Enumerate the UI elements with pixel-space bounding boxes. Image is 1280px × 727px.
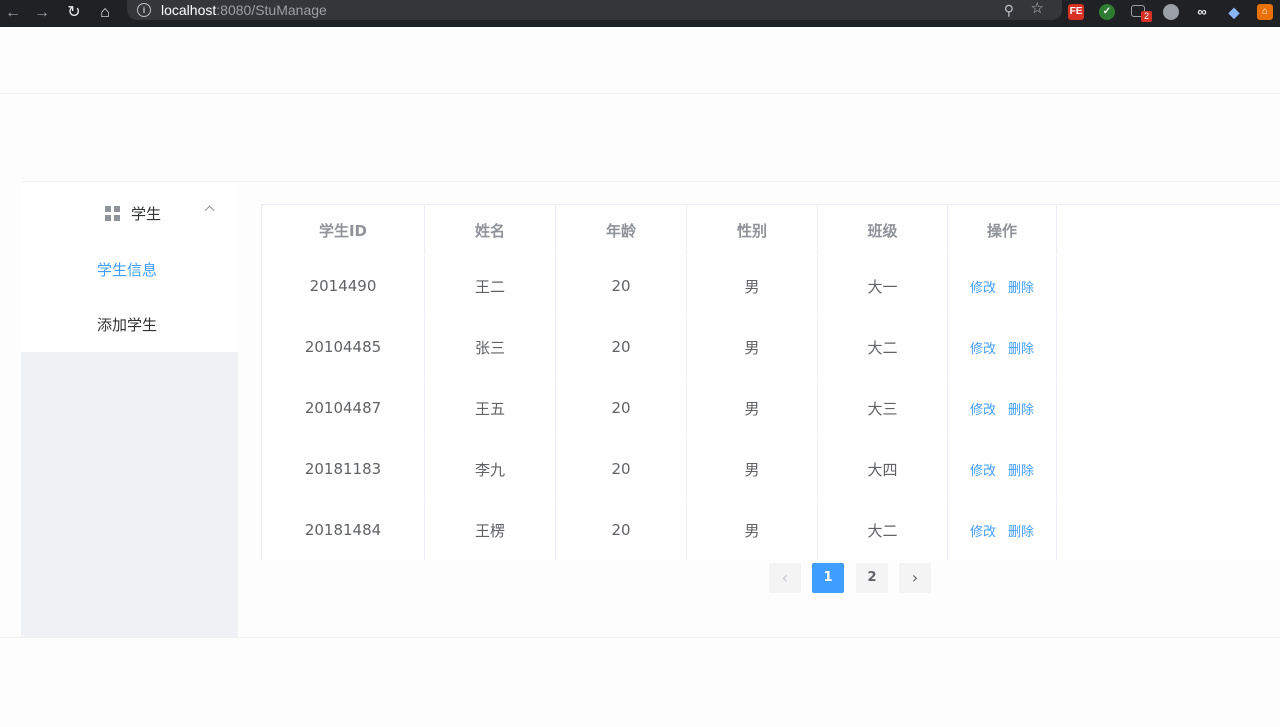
gender-cell: 男 bbox=[687, 378, 818, 438]
zoom-icon[interactable]: ⚲ bbox=[1004, 0, 1014, 20]
next-page-button[interactable]: › bbox=[899, 563, 931, 593]
extension-diamond-icon[interactable]: ◆ bbox=[1226, 4, 1242, 20]
student-id-cell: 20104485 bbox=[262, 317, 425, 377]
actions-cell: 修改 删除 bbox=[948, 317, 1057, 377]
name-cell: 李九 bbox=[425, 439, 556, 499]
extension-link-icon[interactable]: ∞ bbox=[1194, 4, 1210, 20]
edit-button[interactable]: 修改 bbox=[970, 399, 996, 418]
extension-shield-icon[interactable]: ✓ bbox=[1099, 4, 1115, 20]
chevron-up-icon[interactable] bbox=[204, 205, 215, 216]
edit-button[interactable]: 修改 bbox=[970, 338, 996, 357]
extension-badge: 2 bbox=[1141, 11, 1153, 22]
delete-button[interactable]: 删除 bbox=[1008, 338, 1034, 357]
column-header: 班级 bbox=[818, 205, 948, 255]
class-cell: 大一 bbox=[818, 256, 948, 316]
column-header: 学生ID bbox=[262, 205, 425, 255]
forward-icon[interactable]: → bbox=[31, 2, 53, 24]
prev-page-button[interactable]: ‹ bbox=[769, 563, 801, 593]
actions-cell: 修改 删除 bbox=[948, 500, 1057, 560]
info-icon[interactable]: i bbox=[137, 3, 151, 17]
column-header: 姓名 bbox=[425, 205, 556, 255]
sidebar: 学生 学生信息 添加学生 bbox=[21, 182, 238, 637]
class-cell: 大四 bbox=[818, 439, 948, 499]
bookmark-star-icon[interactable]: ☆ bbox=[1031, 0, 1044, 19]
age-cell: 20 bbox=[556, 500, 687, 560]
gender-cell: 男 bbox=[687, 500, 818, 560]
actions-cell: 修改 删除 bbox=[948, 439, 1057, 499]
column-header: 年龄 bbox=[556, 205, 687, 255]
gender-cell: 男 bbox=[687, 439, 818, 499]
gender-cell: 男 bbox=[687, 317, 818, 377]
actions-cell: 修改 删除 bbox=[948, 378, 1057, 438]
sidebar-item-student-info[interactable]: 学生信息 bbox=[21, 241, 238, 297]
gender-cell: 男 bbox=[687, 256, 818, 316]
column-header: 性别 bbox=[687, 205, 818, 255]
sidebar-item-add-student[interactable]: 添加学生 bbox=[21, 296, 238, 352]
sidebar-item-label: 添加学生 bbox=[97, 316, 158, 334]
sidebar-menu: 学生 学生信息 添加学生 bbox=[21, 182, 238, 352]
actions-cell: 修改 删除 bbox=[948, 256, 1057, 316]
column-header: 操作 bbox=[948, 205, 1057, 255]
footer-divider bbox=[0, 637, 1280, 638]
home-icon[interactable]: ⌂ bbox=[94, 2, 116, 24]
address-url[interactable]: localhost:8080/StuManage bbox=[161, 0, 327, 20]
delete-button[interactable]: 删除 bbox=[1008, 460, 1034, 479]
age-cell: 20 bbox=[556, 256, 687, 316]
name-cell: 王楞 bbox=[425, 500, 556, 560]
submenu-student[interactable]: 学生 bbox=[21, 182, 238, 238]
delete-button[interactable]: 删除 bbox=[1008, 399, 1034, 418]
class-cell: 大二 bbox=[818, 317, 948, 377]
student-table: 学生ID 姓名 年龄 性别 班级 操作 2014490 王二 20 男大一 修改 删除 20… bbox=[261, 204, 1280, 560]
student-id-cell: 20181484 bbox=[262, 500, 425, 560]
back-icon[interactable]: ← bbox=[2, 2, 24, 24]
browser-toolbar: ← → ↻ ⌂ i localhost:8080/StuManage ⚲ ☆ F… bbox=[0, 0, 1280, 27]
edit-button[interactable]: 修改 bbox=[970, 277, 996, 296]
grid-icon bbox=[105, 206, 120, 221]
extension-fe-icon[interactable]: FE bbox=[1068, 4, 1084, 20]
page-button-2[interactable]: 2 bbox=[856, 563, 888, 593]
student-id-cell: 20181183 bbox=[262, 439, 425, 499]
age-cell: 20 bbox=[556, 378, 687, 438]
name-cell: 张三 bbox=[425, 317, 556, 377]
address-bar[interactable]: i localhost:8080/StuManage ⚲ ☆ bbox=[127, 0, 1062, 20]
page-button-1[interactable]: 1 bbox=[812, 563, 844, 593]
class-cell: 大二 bbox=[818, 500, 948, 560]
name-cell: 王二 bbox=[425, 256, 556, 316]
edit-button[interactable]: 修改 bbox=[970, 460, 996, 479]
student-id-cell: 20104487 bbox=[262, 378, 425, 438]
reload-icon[interactable]: ↻ bbox=[63, 2, 85, 24]
delete-button[interactable]: 删除 bbox=[1008, 277, 1034, 296]
student-id-cell: 2014490 bbox=[262, 256, 425, 316]
age-cell: 20 bbox=[556, 439, 687, 499]
delete-button[interactable]: 删除 bbox=[1008, 521, 1034, 540]
age-cell: 20 bbox=[556, 317, 687, 377]
header-divider bbox=[0, 93, 1280, 94]
sidebar-item-label: 学生信息 bbox=[97, 261, 158, 279]
name-cell: 王五 bbox=[425, 378, 556, 438]
class-cell: 大三 bbox=[818, 378, 948, 438]
extension-cookie-icon[interactable] bbox=[1163, 4, 1179, 20]
submenu-label: 学生 bbox=[131, 205, 162, 223]
edit-button[interactable]: 修改 bbox=[970, 521, 996, 540]
extension-orange-icon[interactable]: ⌂ bbox=[1257, 4, 1273, 20]
